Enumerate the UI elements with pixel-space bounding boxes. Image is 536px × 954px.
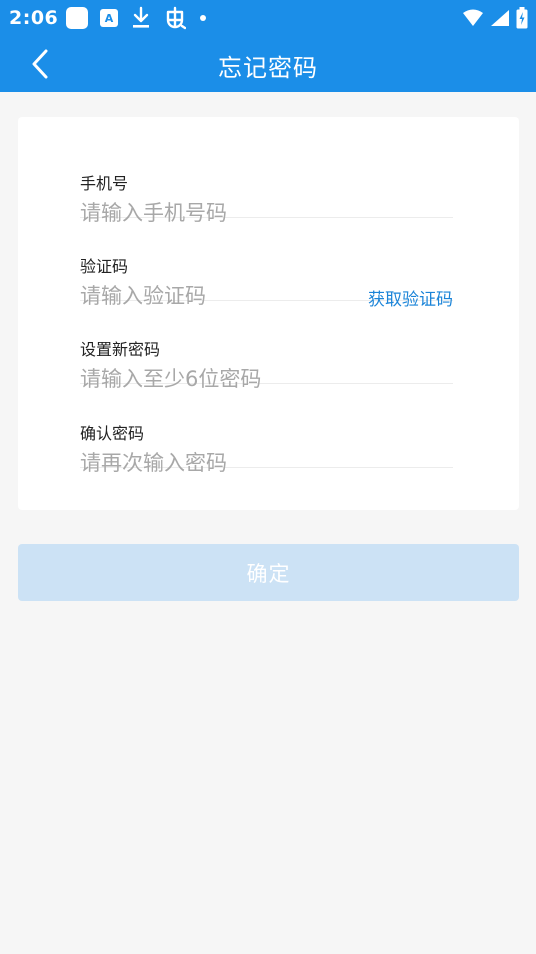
page-title: 忘记密码 (218, 54, 318, 82)
confirm-button[interactable]: 确定 (18, 544, 519, 601)
signal-icon (491, 10, 509, 26)
new-password-field: 设置新密码 (80, 300, 453, 396)
dot-icon (200, 15, 206, 21)
confirm-password-field: 确认密码 (80, 384, 453, 480)
code-field: 验证码 获取验证码 (80, 217, 453, 313)
a-badge-icon: A (100, 9, 118, 27)
nav-bar: 忘记密码 (0, 36, 536, 92)
phone-label: 手机号 (80, 174, 129, 193)
a-badge-text: A (104, 11, 114, 25)
square-icon (66, 7, 88, 29)
new-password-label: 设置新密码 (80, 340, 161, 359)
status-bar: 2:06 A (0, 0, 536, 36)
bug-icon (166, 6, 186, 30)
code-label: 验证码 (80, 257, 129, 276)
notification-icons: A (66, 5, 206, 31)
app-header: 2:06 A 忘记密码 (0, 0, 536, 92)
system-icons (462, 6, 528, 30)
download-icon (133, 6, 149, 28)
forgot-password-form: 手机号 验证码 获取验证码 设置新密码 确认密码 (18, 117, 519, 510)
wifi-icon (463, 9, 483, 26)
confirm-password-label: 确认密码 (80, 424, 145, 443)
status-time: 2:06 (9, 7, 59, 29)
battery-charging-icon (516, 7, 528, 29)
confirm-password-input[interactable] (80, 446, 350, 480)
phone-field: 手机号 (80, 134, 453, 230)
